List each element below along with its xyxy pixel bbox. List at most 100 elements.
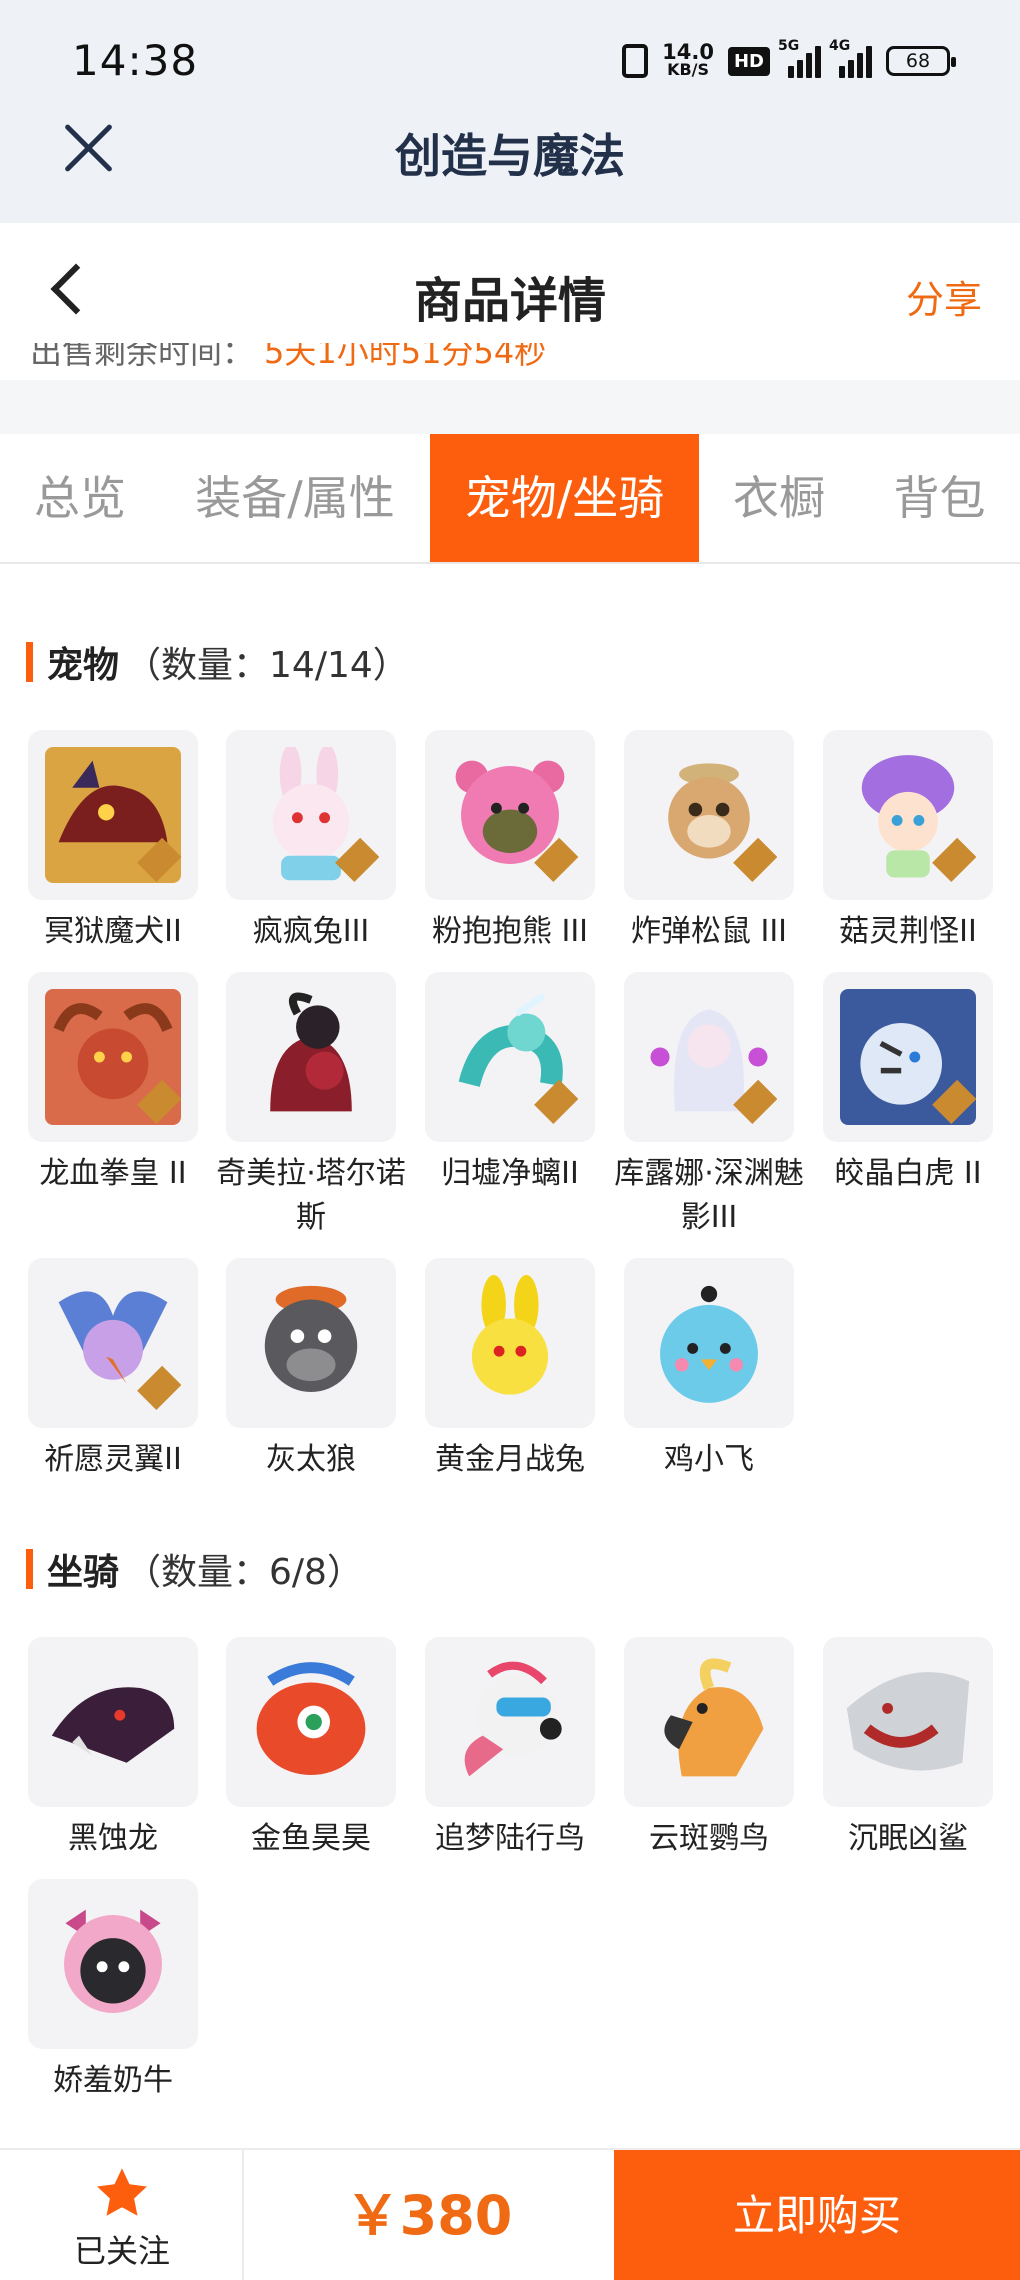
rabbit-icon xyxy=(226,730,396,900)
price: ￥380 xyxy=(345,2184,513,2247)
section-marker xyxy=(26,1549,33,1589)
tab-pets-mounts[interactable]: 宠物/坐骑 xyxy=(430,434,699,562)
star-icon xyxy=(97,2168,147,2216)
dragon-blood-icon xyxy=(28,972,198,1142)
pet-name: 库露娜·深渊魅影III xyxy=(614,1156,804,1235)
vibrate-icon xyxy=(622,44,649,78)
pet-card[interactable]: 库露娜·深渊魅影III xyxy=(614,972,804,1240)
demon-dog-icon xyxy=(28,730,198,900)
signal-4g-label: 4G xyxy=(829,38,851,54)
page-title: 商品详情 xyxy=(413,273,606,329)
parrot-icon xyxy=(624,1637,794,1807)
mushroom-spirit-icon xyxy=(823,730,993,900)
mount-card[interactable]: 娇羞奶牛 xyxy=(28,1879,198,2103)
pet-name: 归墟净螭II xyxy=(441,1156,579,1191)
tab-wardrobe[interactable]: 衣橱 xyxy=(699,434,859,562)
pets-count: （数量：14/14） xyxy=(125,645,409,686)
hd-icon: HD xyxy=(727,46,770,76)
mount-name: 娇羞奶牛 xyxy=(53,2063,173,2098)
follow-label: 已关注 xyxy=(73,2232,170,2270)
pet-name: 冥狱魔犬II xyxy=(44,914,182,949)
squirrel-icon xyxy=(624,730,794,900)
top-bar: 14:38 14.0 KB/S HD 5G 4G 68 创造与魔法 xyxy=(0,0,1020,223)
pet-name: 皎晶白虎 II xyxy=(834,1156,982,1191)
share-button[interactable]: 分享 xyxy=(906,269,982,324)
tab-bar: 总览 装备/属性 宠物/坐骑 衣橱 背包 xyxy=(0,434,1020,564)
golden-rabbit-icon xyxy=(425,1258,595,1428)
shark-icon xyxy=(823,1637,993,1807)
page-header: 商品详情 分享 xyxy=(0,223,1020,343)
pet-name: 黄金月战兔 xyxy=(435,1442,585,1477)
buy-now-button[interactable]: 立即购买 xyxy=(614,2150,1020,2280)
status-icons: 14.0 KB/S HD 5G 4G 68 xyxy=(622,38,956,84)
pet-name: 灰太狼 xyxy=(266,1442,356,1477)
water-dragon-icon xyxy=(425,972,595,1142)
sale-time-label: 出售剩余时间： xyxy=(30,343,255,369)
pet-name: 菇灵荆怪II xyxy=(839,914,977,949)
mount-name: 金鱼昊昊 xyxy=(251,1821,371,1856)
pets-section-title: 宠物 （数量：14/14） xyxy=(26,640,409,686)
signal-5g-label: 5G xyxy=(778,38,800,54)
signal-4g-icon: 4G xyxy=(829,38,872,78)
pet-name: 龙血拳皇 II xyxy=(39,1156,187,1191)
pets-title: 宠物 xyxy=(47,645,120,686)
net-speed-unit: KB/S xyxy=(667,60,710,79)
mount-name: 追梦陆行鸟 xyxy=(435,1821,585,1856)
pet-name: 祈愿灵翼II xyxy=(44,1442,182,1477)
pet-name: 鸡小飞 xyxy=(664,1442,754,1477)
pet-name: 奇美拉·塔尔诺斯 xyxy=(216,1156,406,1235)
cow-icon xyxy=(28,1879,198,2049)
net-speed-value: 14.0 xyxy=(662,40,714,64)
blue-chick-icon xyxy=(624,1258,794,1428)
pet-card[interactable]: 冥狱魔犬II xyxy=(28,730,198,954)
pink-bear-icon xyxy=(425,730,595,900)
pet-card[interactable]: 归墟净螭II xyxy=(425,972,595,1196)
pet-card[interactable]: 菇灵荆怪II xyxy=(823,730,993,954)
pet-name: 粉抱抱熊 III xyxy=(431,914,589,949)
battery-icon: 68 xyxy=(886,46,956,76)
black-dragon-icon xyxy=(28,1637,198,1807)
page: 14:38 14.0 KB/S HD 5G 4G 68 创造与魔法 商品详情 分… xyxy=(0,0,1020,2280)
pet-card[interactable]: 奇美拉·塔尔诺斯 xyxy=(216,972,406,1240)
mounts-section-title: 坐骑 （数量：6/8） xyxy=(26,1547,363,1593)
mount-name: 黑蚀龙 xyxy=(68,1821,158,1856)
tab-overview[interactable]: 总览 xyxy=(0,434,160,562)
mounts-title: 坐骑 xyxy=(47,1552,120,1593)
tab-equipment[interactable]: 装备/属性 xyxy=(160,434,430,562)
bottom-action-bar: 已关注 ￥380 立即购买 xyxy=(0,2148,1020,2280)
pet-name: 疯疯兔III xyxy=(252,914,370,949)
signal-5g-icon: 5G xyxy=(778,38,821,78)
pet-card[interactable]: 炸弹松鼠 III xyxy=(624,730,794,954)
mount-name: 沉眠凶鲨 xyxy=(848,1821,968,1856)
sale-time-value: 5天1小时51分54秒 xyxy=(264,343,547,369)
pet-card[interactable]: 粉抱抱熊 III xyxy=(425,730,595,954)
pet-card[interactable]: 皎晶白虎 II xyxy=(823,972,993,1196)
mount-card[interactable]: 云斑鹦鸟 xyxy=(624,1637,794,1861)
pet-card[interactable]: 鸡小飞 xyxy=(624,1258,794,1482)
section-marker xyxy=(26,642,33,682)
pet-card[interactable]: 祈愿灵翼II xyxy=(28,1258,198,1482)
chimera-icon xyxy=(226,972,396,1142)
pet-card[interactable]: 疯疯兔III xyxy=(226,730,396,954)
network-speed: 14.0 KB/S xyxy=(662,40,714,79)
mounts-count: （数量：6/8） xyxy=(125,1552,363,1593)
follow-button[interactable]: 已关注 xyxy=(0,2150,244,2280)
mount-card[interactable]: 金鱼昊昊 xyxy=(226,1637,396,1861)
white-tiger-icon xyxy=(823,972,993,1142)
pet-card[interactable]: 龙血拳皇 II xyxy=(28,972,198,1196)
pet-card[interactable]: 灰太狼 xyxy=(226,1258,396,1482)
sale-time-row: 出售剩余时间： 5天1小时51分54秒 xyxy=(0,343,1020,375)
mount-name: 云斑鹦鸟 xyxy=(649,1821,769,1856)
mount-card[interactable]: 沉眠凶鲨 xyxy=(823,1637,993,1861)
tab-backpack[interactable]: 背包 xyxy=(859,434,1020,562)
status-time: 14:38 xyxy=(72,36,199,85)
mount-card[interactable]: 黑蚀龙 xyxy=(28,1637,198,1861)
app-title: 创造与魔法 xyxy=(395,129,625,183)
grey-wolf-icon xyxy=(226,1258,396,1428)
griffin-icon xyxy=(28,1258,198,1428)
pet-name: 炸弹松鼠 III xyxy=(630,914,788,949)
abyss-girl-icon xyxy=(624,972,794,1142)
pet-card[interactable]: 黄金月战兔 xyxy=(425,1258,595,1482)
mount-card[interactable]: 追梦陆行鸟 xyxy=(425,1637,595,1861)
runner-bird-icon xyxy=(425,1637,595,1807)
